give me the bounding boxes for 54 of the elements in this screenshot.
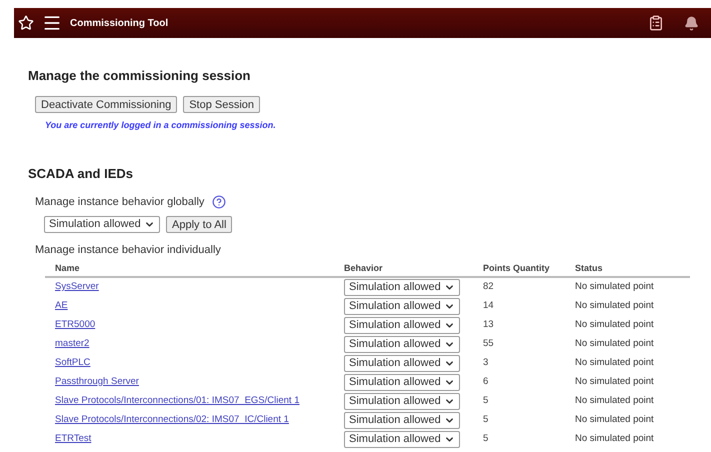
points-cell-text: 13: [483, 318, 495, 332]
status-cell-text: No simulated point: [575, 412, 655, 427]
behavior-dropdown[interactable]: Simulation allowed: [344, 392, 460, 410]
status-cell-text: No simulated point: [575, 318, 655, 332]
points-cell-text: 14: [483, 298, 495, 313]
help-icon[interactable]: [212, 194, 226, 209]
instance-link[interactable]: SysServer: [55, 280, 99, 292]
session-notice: You are currently logged in a commissioning session.: [45, 118, 277, 132]
points-cell-text: 5: [483, 394, 490, 408]
session-button[interactable]: Deactivate Commissioning: [35, 96, 178, 112]
instance-link[interactable]: master2: [55, 338, 90, 349]
bell-icon[interactable]: [684, 16, 699, 30]
points-cell-text: 55: [483, 336, 495, 351]
app-title: Commissioning Tool: [70, 16, 168, 30]
instance-link[interactable]: Slave Protocols/Interconnections/01: IMS07_EGS/Client 1: [55, 394, 300, 406]
status-cell-text: No simulated point: [575, 394, 655, 408]
column-header: Behavior: [344, 262, 384, 275]
points-cell-text: 5: [483, 412, 490, 427]
status-cell-text: No simulated point: [575, 336, 655, 351]
points-cell-text: 5: [483, 432, 490, 446]
instance-link[interactable]: ETR5000: [55, 318, 96, 330]
status-cell-text: No simulated point: [575, 432, 655, 446]
instance-link[interactable]: Passthrough Server: [55, 376, 139, 387]
behavior-dropdown[interactable]: Simulation allowed: [344, 316, 460, 334]
instance-link[interactable]: ETRTest: [55, 432, 92, 444]
clipboard-icon[interactable]: [648, 15, 664, 31]
behavior-dropdown[interactable]: Simulation allowed: [344, 412, 460, 428]
instance-link[interactable]: SoftPLC: [55, 356, 90, 368]
star-icon[interactable]: [18, 15, 34, 31]
instance-link[interactable]: AE: [55, 300, 68, 311]
individual-label: Manage instance behavior individually: [35, 243, 222, 258]
column-header: Status: [575, 262, 604, 275]
points-cell-text: 6: [483, 374, 490, 389]
status-cell-text: No simulated point: [575, 298, 655, 313]
behavior-dropdown[interactable]: Simulation allowed: [344, 354, 460, 372]
apply-button[interactable]: Apply to All: [166, 216, 232, 233]
behavior-dropdown[interactable]: Simulation allowed: [344, 336, 460, 352]
section-heading: Manage the commissioning session: [28, 67, 252, 85]
status-cell-text: No simulated point: [575, 280, 655, 294]
behavior-dropdown[interactable]: Simulation allowed: [44, 216, 160, 233]
column-header: Points Quantity: [483, 262, 551, 275]
behavior-dropdown[interactable]: Simulation allowed: [344, 298, 460, 314]
section-heading: SCADA and IEDs: [28, 165, 134, 183]
session-button[interactable]: Stop Session: [183, 96, 260, 112]
status-cell-text: No simulated point: [575, 356, 655, 370]
column-header: Name: [55, 262, 81, 275]
global-label: Manage instance behavior globally: [35, 194, 204, 210]
instance-link[interactable]: Slave Protocols/Interconnections/02: IMS07_IC/Client 1: [55, 414, 289, 425]
behavior-dropdown[interactable]: Simulation allowed: [344, 278, 460, 296]
status-cell-text: No simulated point: [575, 374, 655, 389]
points-cell-text: 3: [483, 356, 490, 370]
points-cell-text: 82: [483, 280, 495, 294]
behavior-dropdown[interactable]: Simulation allowed: [344, 374, 460, 390]
behavior-dropdown[interactable]: Simulation allowed: [344, 430, 460, 448]
